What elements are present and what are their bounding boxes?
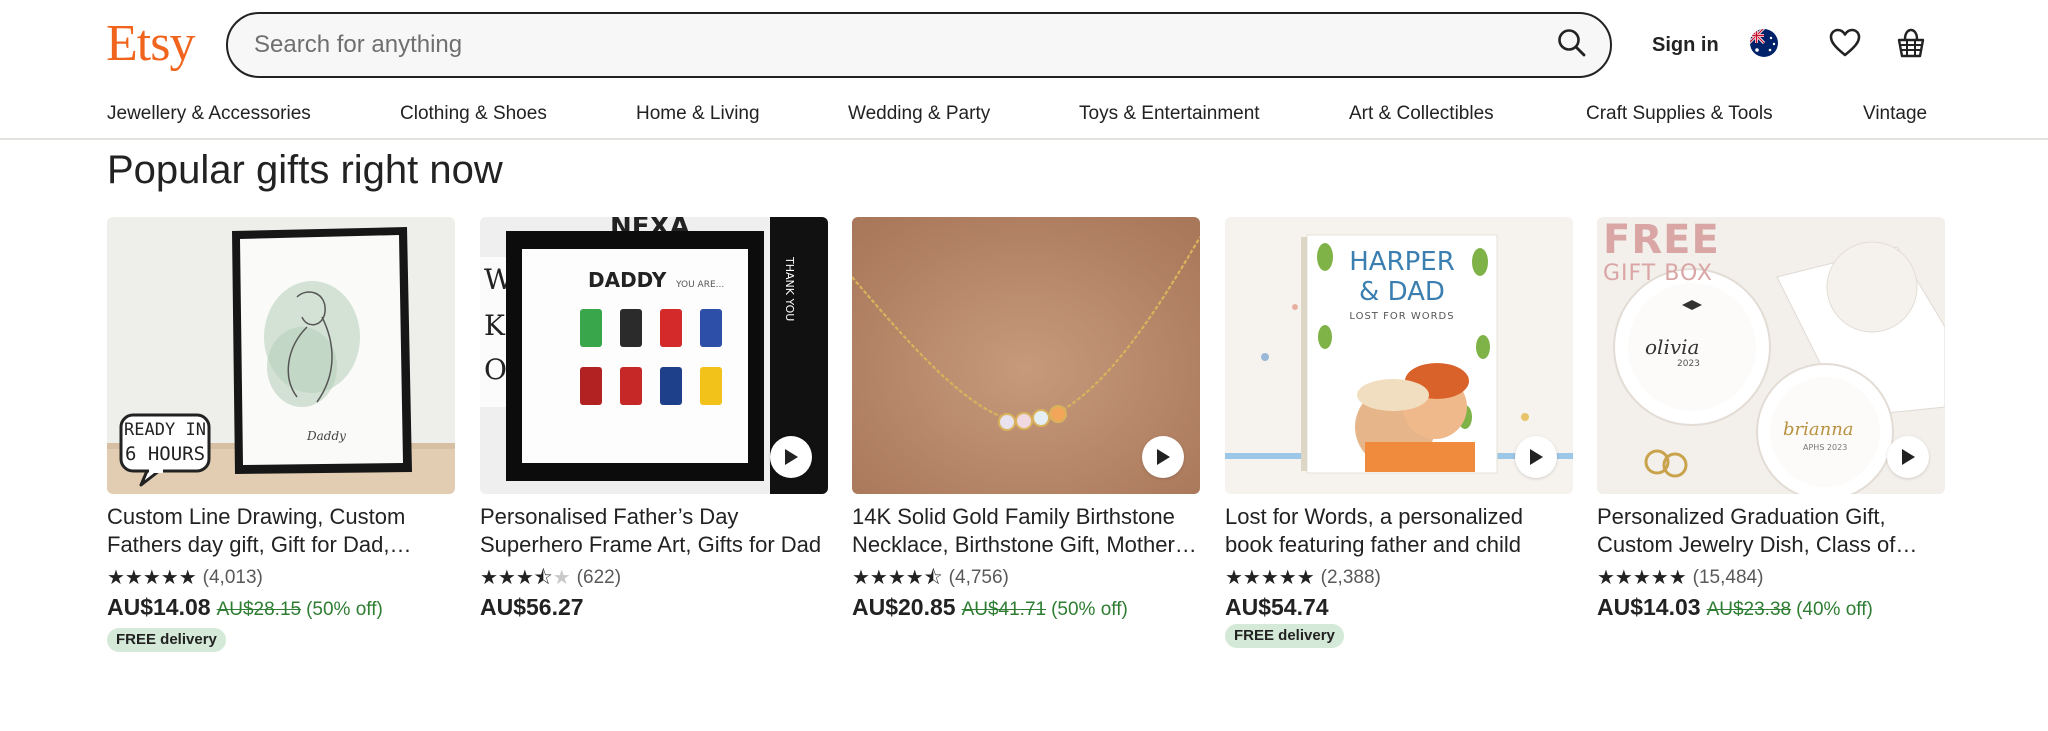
product-image[interactable]: NEXA W K O DADDY YOU ARE... THANK YOU — [480, 217, 828, 494]
nav-item-craft-supplies-tools[interactable]: Craft Supplies & Tools — [1586, 102, 1773, 126]
product-rating: ★★★★★ (2,388) — [1225, 566, 1381, 590]
nav-item-home-living[interactable]: Home & Living — [636, 102, 760, 126]
play-icon — [1528, 448, 1544, 466]
svg-text:DADDY: DADDY — [588, 268, 667, 292]
product-image[interactable]: READY IN 6 HOURS Daddy — [107, 217, 455, 494]
heart-icon — [1829, 28, 1861, 63]
play-video-button[interactable] — [1887, 436, 1929, 478]
star-rating-icon: ★★★★⯪ — [852, 567, 943, 589]
price-row: AU$54.74 — [1225, 594, 1329, 624]
review-count: (15,484) — [1692, 567, 1764, 588]
shopping-basket-icon — [1895, 27, 1927, 64]
product-title[interactable]: 14K Solid Gold Family Birthstone Necklac… — [852, 503, 1200, 559]
product-title[interactable]: Personalised Father’s Day Superhero Fram… — [480, 503, 828, 559]
dish-year-1: 2023 — [1677, 359, 1700, 369]
review-count: (2,388) — [1320, 567, 1381, 588]
ready-badge-line1: READY IN — [124, 420, 206, 440]
nav-item-wedding-party[interactable]: Wedding & Party — [848, 102, 990, 126]
section-title: Popular gifts right now — [107, 148, 503, 192]
sale-price: AU$14.08 — [107, 594, 211, 620]
star-rating-icon: ★★★★★ — [1225, 567, 1315, 589]
sale-price: AU$56.27 — [480, 594, 584, 620]
svg-text:YOU ARE...: YOU ARE... — [675, 280, 724, 290]
nav-item-art-collectibles[interactable]: Art & Collectibles — [1349, 102, 1494, 126]
nav-item-clothing-shoes[interactable]: Clothing & Shoes — [400, 102, 547, 126]
product-image[interactable]: HARPER & DAD LOST FOR WORDS — [1225, 217, 1573, 494]
sale-price: AU$20.85 — [852, 594, 956, 620]
product-title[interactable]: Personalized Graduation Gift, Custom Jew… — [1597, 503, 1945, 559]
review-count: (4,756) — [948, 567, 1009, 588]
product-rating: ★★★★★ (15,484) — [1597, 566, 1763, 590]
category-nav: Jewellery & Accessories Clothing & Shoes… — [0, 94, 2048, 140]
free-delivery-badge: FREE delivery — [107, 628, 226, 652]
site-header: Etsy Sign in — [0, 0, 2048, 90]
region-button[interactable] — [1745, 26, 1783, 64]
nav-item-jewellery-accessories[interactable]: Jewellery & Accessories — [107, 102, 311, 126]
svg-text:O: O — [484, 353, 507, 386]
play-icon — [1155, 448, 1171, 466]
play-icon — [783, 448, 799, 466]
product-rating: ★★★⯪★ (622) — [480, 566, 621, 590]
original-price: AU$41.71 — [961, 599, 1047, 620]
price-row: AU$14.03 AU$23.38 (40% off) — [1597, 594, 1873, 624]
sale-price: AU$54.74 — [1225, 594, 1329, 620]
australia-flag-icon — [1749, 28, 1779, 63]
nav-item-vintage[interactable]: Vintage — [1863, 102, 1927, 126]
svg-text:THANK YOU: THANK YOU — [783, 256, 796, 321]
play-video-button[interactable] — [1142, 436, 1184, 478]
product-rating: ★★★★⯪ (4,756) — [852, 566, 1009, 590]
svg-text:K: K — [484, 309, 506, 342]
original-price: AU$28.15 — [216, 599, 302, 620]
search-button[interactable] — [1554, 27, 1590, 63]
etsy-logo[interactable]: Etsy — [106, 14, 195, 74]
cart-button[interactable] — [1892, 26, 1930, 64]
play-icon — [1900, 448, 1916, 466]
discount-text: (50% off) — [306, 599, 383, 620]
dish-year-2: APHS 2023 — [1803, 443, 1848, 452]
discount-text: (40% off) — [1796, 599, 1873, 620]
price-row: AU$20.85 AU$41.71 (50% off) — [852, 594, 1128, 624]
portrait-signature: Daddy — [307, 429, 346, 443]
book-subtitle: LOST FOR WORDS — [1349, 311, 1455, 322]
ready-badge-line2: 6 HOURS — [124, 443, 206, 465]
favorites-button[interactable] — [1826, 26, 1864, 64]
product-image[interactable] — [852, 217, 1200, 494]
price-row: AU$14.08 AU$28.15 (50% off) — [107, 594, 383, 624]
book-title-line1: HARPER — [1349, 247, 1455, 277]
sign-in-link[interactable]: Sign in — [1652, 32, 1719, 58]
product-image[interactable]: FREE GIFT BOX olivia 2023 brianna APHS 2… — [1597, 217, 1945, 494]
discount-text: (50% off) — [1051, 599, 1128, 620]
star-rating-icon: ★★★⯪★ — [480, 567, 571, 589]
free-gift-line2: GIFT BOX — [1603, 261, 1713, 286]
search-icon — [1556, 27, 1588, 64]
star-rating-icon: ★★★★★ — [107, 567, 197, 589]
dish-name-2: brianna — [1783, 419, 1854, 440]
star-rating-icon: ★★★★★ — [1597, 567, 1687, 589]
search-input[interactable] — [254, 14, 1504, 75]
play-video-button[interactable] — [770, 436, 812, 478]
product-title[interactable]: Lost for Words, a personalized book feat… — [1225, 503, 1573, 559]
review-count: (4,013) — [202, 567, 263, 588]
product-title[interactable]: Custom Line Drawing, Custom Fathers day … — [107, 503, 455, 559]
play-video-button[interactable] — [1515, 436, 1557, 478]
nav-item-toys-entertainment[interactable]: Toys & Entertainment — [1079, 102, 1260, 126]
free-delivery-badge: FREE delivery — [1225, 624, 1344, 648]
dish-name-1: olivia — [1645, 335, 1700, 359]
free-gift-line1: FREE — [1603, 217, 1720, 263]
price-row: AU$56.27 — [480, 594, 584, 624]
search-bar — [226, 12, 1612, 78]
book-title-line2: & DAD — [1359, 277, 1445, 307]
review-count: (622) — [576, 567, 622, 588]
sale-price: AU$14.03 — [1597, 594, 1701, 620]
original-price: AU$23.38 — [1706, 599, 1792, 620]
product-rating: ★★★★★ (4,013) — [107, 566, 263, 590]
